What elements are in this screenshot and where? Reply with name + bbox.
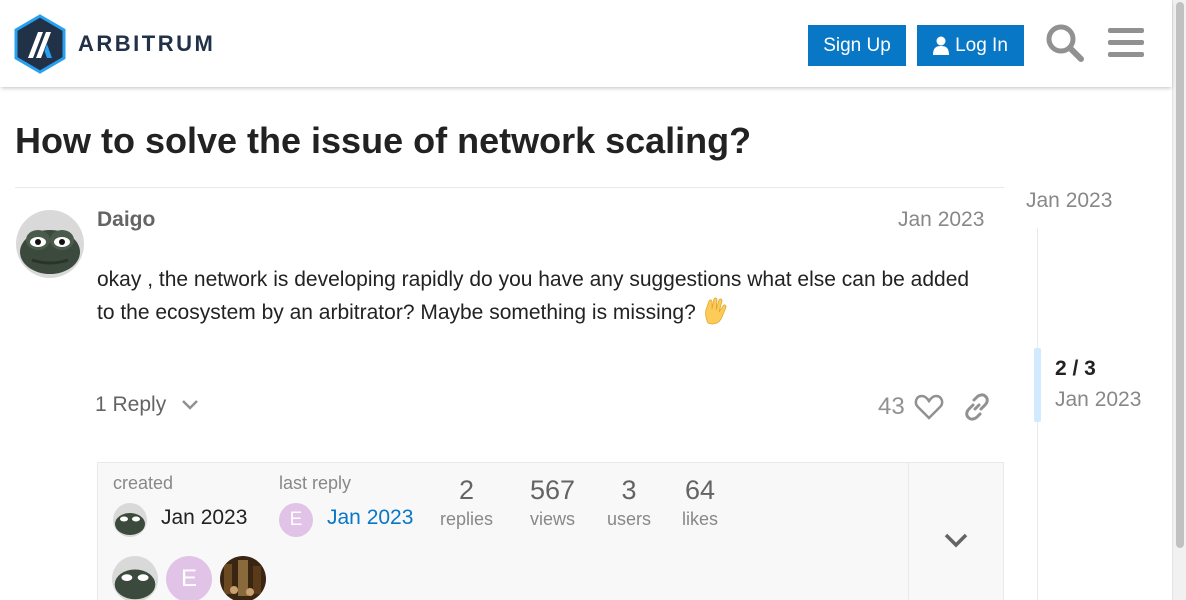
timeline-scroller-handle[interactable] <box>1034 348 1041 422</box>
stat-likes: 64 likes <box>682 475 718 530</box>
stat-label: replies <box>440 509 494 529</box>
stat-label: users <box>607 509 652 529</box>
stat-label: views <box>530 509 576 529</box>
stat-number: 567 <box>530 475 576 505</box>
creator-avatar[interactable] <box>113 503 147 537</box>
stat-replies: 2 replies <box>440 475 493 530</box>
brand-name: ARBITRUM <box>78 31 216 56</box>
last-reply-avatar[interactable]: E <box>279 503 313 537</box>
avatar-letter: E <box>180 565 197 592</box>
signup-button[interactable]: Sign Up <box>808 25 906 66</box>
stat-number: 3 <box>621 475 637 505</box>
participant-list: E <box>112 556 266 600</box>
stat-number: 64 <box>684 475 716 505</box>
photo-avatar-image <box>220 556 266 600</box>
vulcan-salute-emoji-icon <box>704 297 727 325</box>
search-icon[interactable] <box>1044 22 1086 64</box>
post-author-avatar[interactable] <box>16 210 84 278</box>
page-scrollbar[interactable] <box>1172 0 1186 600</box>
last-reply-date[interactable]: Jan 2023 <box>327 506 413 530</box>
login-label: Log In <box>955 34 1008 56</box>
signup-label: Sign Up <box>823 34 891 56</box>
post-date[interactable]: Jan 2023 <box>898 208 984 232</box>
participant-avatar[interactable] <box>220 556 266 600</box>
heart-icon[interactable] <box>914 392 944 422</box>
timeline-start-date[interactable]: Jan 2023 <box>1026 189 1112 213</box>
title-divider <box>15 187 1004 188</box>
frog-avatar-image <box>113 503 147 537</box>
participant-avatar[interactable] <box>112 556 158 600</box>
stat-number: 2 <box>459 475 475 505</box>
stat-users: 3 users <box>607 475 651 530</box>
show-replies-button[interactable]: 1 Reply <box>95 393 200 417</box>
avatar-letter: E <box>289 509 303 530</box>
frog-avatar-image <box>16 210 84 278</box>
scrollbar-thumb[interactable] <box>1176 2 1184 548</box>
arbitrum-logo-icon <box>14 14 66 74</box>
user-icon <box>933 36 950 55</box>
reply-count-label: 1 Reply <box>95 393 167 416</box>
site-header: ARBITRUM Sign Up Log In <box>0 0 1172 87</box>
login-button[interactable]: Log In <box>917 25 1024 66</box>
post-text: okay , the network is developing rapidly… <box>97 268 970 324</box>
frog-avatar-image <box>112 556 158 600</box>
created-label: created <box>113 473 174 493</box>
like-count[interactable]: 43 <box>878 393 905 421</box>
post-username[interactable]: Daigo <box>97 208 155 232</box>
arbitrum-logo[interactable]: ARBITRUM <box>14 14 244 74</box>
link-icon[interactable] <box>962 392 992 422</box>
stat-views: 567 views <box>530 475 575 530</box>
last-reply-label: last reply <box>279 473 352 493</box>
timeline-position: 2 / 3 <box>1055 357 1096 380</box>
topic-title[interactable]: How to solve the issue of network scalin… <box>15 120 751 162</box>
summary-divider <box>908 463 909 600</box>
timeline-position-date: Jan 2023 <box>1055 388 1142 411</box>
created-date[interactable]: Jan 2023 <box>161 506 247 530</box>
post-body: okay , the network is developing rapidly… <box>97 263 977 329</box>
chevron-down-icon[interactable] <box>941 525 971 555</box>
topic-summary: created last reply Jan 2023 E Jan 2023 2… <box>97 462 1004 600</box>
stat-label: likes <box>682 509 719 529</box>
participant-avatar[interactable]: E <box>166 556 212 600</box>
hamburger-menu-icon[interactable] <box>1106 22 1148 64</box>
chevron-down-icon <box>182 400 199 410</box>
